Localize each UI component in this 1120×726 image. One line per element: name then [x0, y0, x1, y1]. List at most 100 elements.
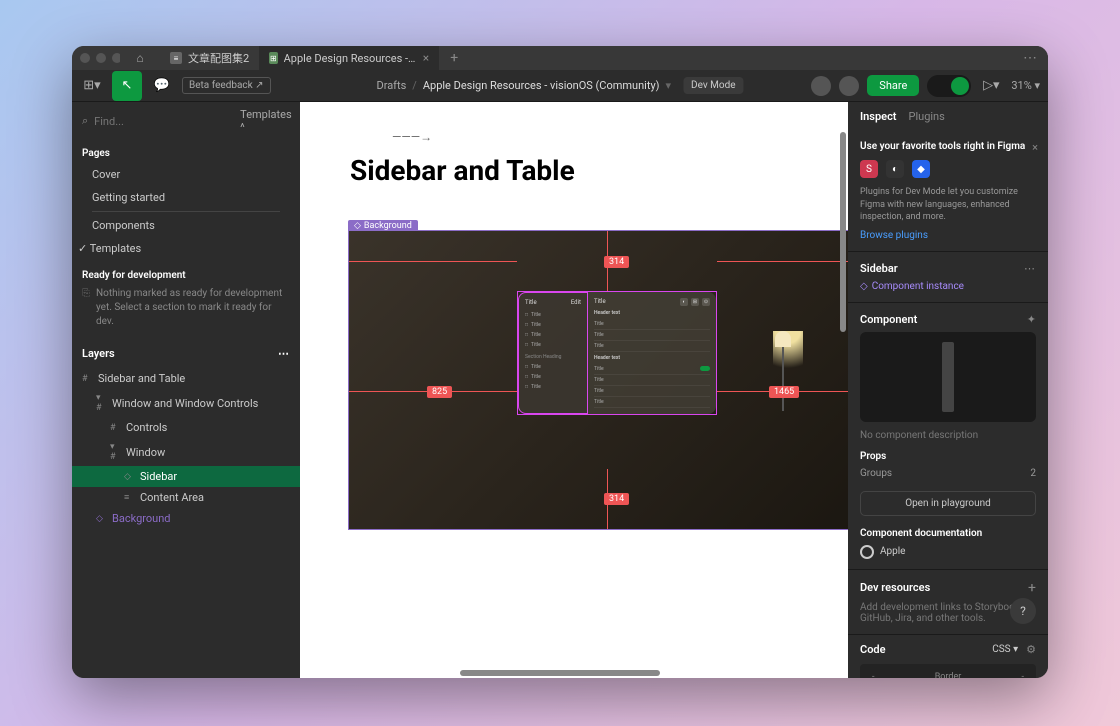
close-icon[interactable]: × — [1032, 141, 1038, 154]
beta-badge[interactable]: Beta feedback ↗ — [182, 77, 271, 94]
mini-item: Title — [525, 362, 581, 372]
layer-controls[interactable]: #Controls — [72, 417, 300, 438]
breadcrumb-root[interactable]: Drafts — [376, 79, 406, 92]
props-label: Props — [860, 451, 1036, 462]
mini-item: Title — [525, 320, 581, 330]
arrow-annotation: ———→ — [392, 130, 432, 144]
dimension-top: 314 — [604, 256, 629, 268]
code-settings-icon[interactable]: ⚙ — [1026, 643, 1036, 656]
code-lang-dropdown[interactable]: CSS ▾ — [992, 644, 1018, 655]
code-label: Code — [860, 643, 886, 656]
layers-menu-icon[interactable]: ⋯ — [278, 347, 290, 360]
mini-item: Title — [525, 382, 581, 392]
mini-item: Title — [525, 372, 581, 382]
play-icon[interactable]: ▷▾ — [979, 74, 1003, 98]
dimension-line — [349, 261, 517, 262]
dimension-left: 825 — [427, 386, 452, 398]
search-icon: ⌕ — [82, 114, 88, 128]
layer-window-controls[interactable]: ▾ #Window and Window Controls — [72, 389, 300, 417]
dimension-right: 1465 — [769, 386, 799, 398]
page-getting-started[interactable]: Getting started — [72, 186, 300, 209]
tab-1[interactable]: ≡ 文章配图集2 — [160, 46, 259, 70]
window-menu-button[interactable]: ⋯ — [1023, 50, 1038, 66]
mini-row: Title — [594, 319, 710, 330]
pages-label: Pages — [72, 140, 300, 163]
avatar[interactable] — [839, 76, 859, 96]
mini-section-heading: Section Heading — [525, 354, 581, 360]
toolbar: ⊞▾ ↖ 💬 Beta feedback ↗ Drafts / Apple De… — [72, 70, 1048, 102]
canvas[interactable]: ———→ Sidebar and Table ◇ Background 314 … — [300, 102, 848, 678]
layers-label: Layers — [82, 347, 115, 360]
ready-title: Ready for development — [82, 270, 290, 281]
layer-content-area[interactable]: ≡Content Area — [72, 487, 300, 508]
share-button[interactable]: Share — [867, 75, 919, 96]
breadcrumb: Drafts / Apple Design Resources - vision… — [376, 77, 743, 94]
zoom-level[interactable]: 31% ▾ — [1011, 79, 1040, 92]
code-snippet: -Border- — [860, 664, 1036, 678]
layer-window[interactable]: ▾ #Window — [72, 438, 300, 466]
main: ⌕ Templates ^ Pages Cover Getting starte… — [72, 102, 1048, 678]
layer-sidebar[interactable]: ◇Sidebar — [72, 466, 300, 487]
traffic-lights[interactable] — [80, 53, 122, 63]
file-icon: ⊞ — [269, 52, 277, 64]
storybook-icon: S — [860, 160, 878, 178]
mini-row: Title — [594, 330, 710, 341]
component-instance-label[interactable]: ◇ Component instance — [860, 281, 1036, 292]
background-frame[interactable]: 314 825 1465 314 TitleEdit Title Title T… — [348, 230, 848, 530]
tab-2[interactable]: ⊞ Apple Design Resources - visionOS (Co … — [259, 46, 439, 70]
mini-sidebar: TitleEdit Title Title Title Title Sectio… — [518, 292, 588, 414]
promo-text: Plugins for Dev Mode let you customize F… — [860, 186, 1036, 224]
ready-text: Nothing marked as ready for development … — [82, 287, 290, 329]
home-tab[interactable]: ⌂ — [120, 46, 160, 70]
promo-title: Use your favorite tools right in Figma — [860, 141, 1036, 152]
layer-background[interactable]: ◇Background — [72, 508, 300, 529]
tab-inspect[interactable]: Inspect — [860, 110, 897, 123]
doc-label: Component documentation — [860, 528, 1036, 539]
breadcrumb-current[interactable]: Apple Design Resources - visionOS (Commu… — [423, 79, 660, 92]
page-divider — [92, 211, 280, 212]
comment-tool[interactable]: 💬 — [150, 74, 174, 98]
dimension-line — [717, 261, 848, 262]
file-icon: ≡ — [170, 52, 182, 64]
tabs-bar: ⌂ ≡ 文章配图集2 ⊞ Apple Design Resources - vi… — [120, 46, 1048, 70]
playground-button[interactable]: Open in playground — [860, 491, 1036, 516]
mini-header: Header text — [594, 310, 710, 316]
add-icon[interactable]: + — [1028, 580, 1036, 596]
close-icon[interactable]: × — [423, 51, 429, 65]
jira-icon: ◆ — [912, 160, 930, 178]
figma-logo-icon[interactable]: ⊞▾ — [80, 74, 104, 98]
github-icon: ◐ — [886, 160, 904, 178]
right-panel: Inspect Plugins Use your favorite tools … — [848, 102, 1048, 678]
dev-resources-label: Dev resources — [860, 581, 930, 594]
tab-plugins[interactable]: Plugins — [909, 110, 945, 123]
avatar[interactable] — [811, 76, 831, 96]
left-panel: ⌕ Templates ^ Pages Cover Getting starte… — [72, 102, 300, 678]
vertical-scrollbar[interactable] — [840, 102, 846, 678]
groups-label: Groups — [860, 468, 892, 479]
page-templates[interactable]: Templates — [72, 237, 300, 260]
doc-apple-link[interactable]: Apple — [860, 545, 1036, 559]
component-action-icon[interactable]: ✦ — [1027, 313, 1036, 326]
cursor-tool[interactable]: ↖ — [112, 71, 142, 101]
mini-row: Title — [594, 375, 710, 386]
add-tab-button[interactable]: + — [439, 46, 469, 70]
more-icon[interactable]: ⋯ — [1024, 262, 1036, 275]
selection-title: Sidebar — [860, 262, 898, 275]
page-components[interactable]: Components — [72, 214, 300, 237]
dev-mode-toggle[interactable] — [927, 75, 971, 97]
templates-dropdown[interactable]: Templates ^ — [240, 108, 291, 134]
mini-header: Header text — [594, 355, 710, 361]
layer-sidebar-and-table[interactable]: #Sidebar and Table — [72, 368, 300, 389]
mini-item: Title — [525, 340, 581, 350]
promo-panel: Use your favorite tools right in Figma ×… — [848, 131, 1048, 252]
tab-2-label: Apple Design Resources - visionOS (Co — [284, 52, 417, 65]
browse-plugins-link[interactable]: Browse plugins — [860, 230, 1036, 241]
horizontal-scrollbar[interactable] — [300, 670, 848, 676]
page-cover[interactable]: Cover — [72, 163, 300, 186]
mini-content-area: Title ◐⊞⊙ Header text Title Title Title … — [588, 292, 716, 414]
mini-row: Title — [594, 397, 710, 408]
search-input[interactable] — [94, 115, 234, 128]
help-button[interactable]: ? — [1010, 598, 1036, 624]
tab-1-label: 文章配图集2 — [188, 50, 249, 66]
canvas-frame-title: Sidebar and Table — [350, 154, 575, 187]
